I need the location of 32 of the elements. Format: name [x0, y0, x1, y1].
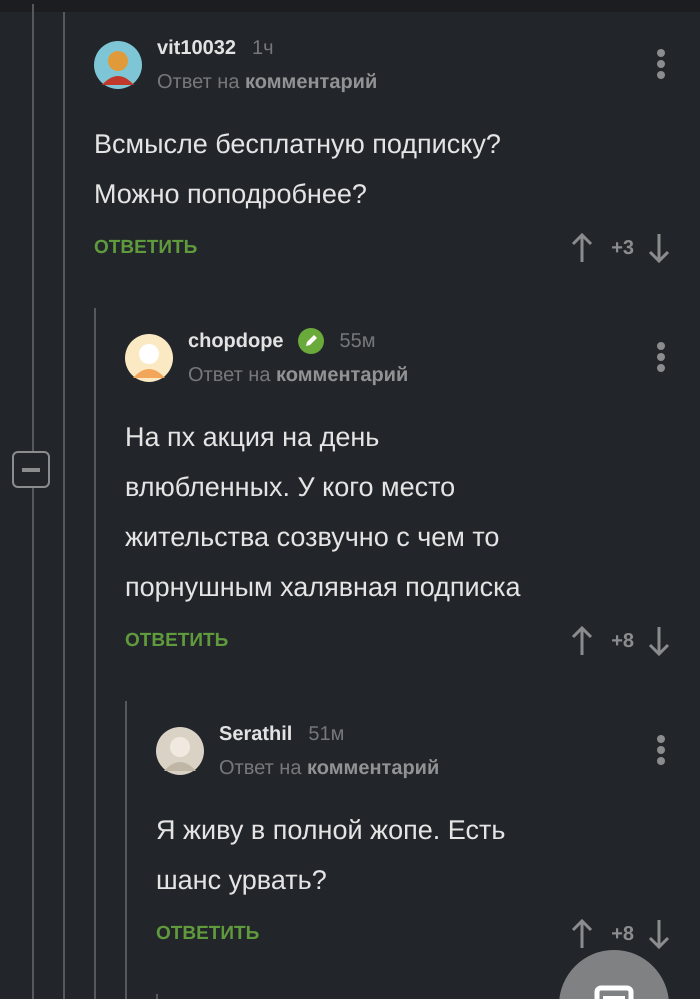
- reply-context: Ответ на комментарий: [188, 363, 410, 388]
- minus-icon: [22, 468, 40, 472]
- avatar-icon: [125, 334, 173, 382]
- more-icon[interactable]: [656, 49, 666, 79]
- author-name[interactable]: Serathil: [219, 722, 292, 746]
- reply-context: Ответ на комментарий: [219, 756, 440, 781]
- arrow-up-icon[interactable]: [571, 918, 594, 950]
- avatar-icon: [94, 41, 142, 89]
- arrow-up-icon[interactable]: [571, 232, 594, 264]
- reply-context: Ответ на комментарий: [157, 70, 378, 95]
- author-name[interactable]: vit10032: [157, 36, 236, 60]
- comment-time: 1ч: [252, 36, 274, 60]
- reply-link[interactable]: ОТВЕТИТЬ: [94, 237, 198, 259]
- rating: +8: [611, 630, 634, 652]
- comment-time: 51м: [308, 722, 344, 746]
- rating: +3: [611, 236, 634, 260]
- comment-text: Всмысле бесплатную подписку? Можно поподробнее?: [94, 128, 502, 211]
- comment-time: 55м: [340, 330, 376, 352]
- more-icon[interactable]: [656, 342, 666, 372]
- arrow-down-icon[interactable]: [648, 918, 670, 950]
- avatar-icon: [156, 727, 204, 775]
- reply-link[interactable]: ОТВЕТИТЬ: [156, 923, 260, 945]
- reply-link[interactable]: ОТВЕТИТЬ: [125, 630, 228, 652]
- rating: +8: [611, 922, 634, 946]
- arrow-down-icon[interactable]: [648, 625, 670, 657]
- more-icon[interactable]: [656, 735, 666, 765]
- comment-text: На пх акция на день влюбленных. У кого место жительства созвучно с чем то порнушным халявная подписка: [125, 421, 522, 604]
- comment-text: Я живу в полной жопе. Есть шанс урвать?: [156, 814, 506, 897]
- collapse-button[interactable]: [12, 451, 50, 488]
- arrow-down-icon[interactable]: [648, 232, 670, 264]
- arrow-up-icon[interactable]: [571, 625, 594, 657]
- author-name[interactable]: chopdope: [188, 330, 284, 352]
